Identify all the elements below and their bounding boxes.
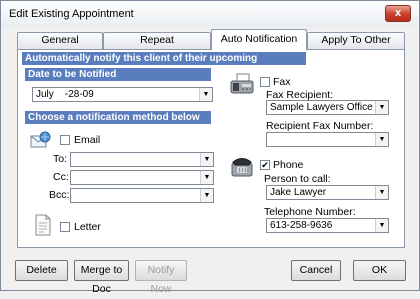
person-to-call-select[interactable]: Jake Lawyer ▼ (266, 185, 389, 200)
phone-icon (231, 158, 253, 177)
recipient-fax-number-field[interactable]: ▼ (266, 132, 389, 147)
email-to-field[interactable]: ▼ (70, 152, 214, 167)
person-to-call-label: Person to call: (264, 173, 331, 185)
tab-general[interactable]: General (17, 32, 103, 49)
notify-date-value: July -28-09 (36, 89, 94, 100)
chevron-down-icon: ▼ (200, 153, 213, 166)
to-label: To: (53, 153, 68, 165)
chevron-down-icon: ▼ (375, 133, 388, 146)
date-section-header: Date to be Notified (25, 68, 211, 81)
telephone-number-label: Telephone Number: (264, 206, 356, 218)
letter-icon (35, 214, 51, 236)
telephone-number-value: 613-258-9636 (270, 220, 333, 231)
fax-recipient-value: Sample Lawyers Office c/o Ja (270, 102, 389, 113)
phone-label: Phone (273, 159, 304, 171)
phone-checkbox[interactable]: ✔ (260, 160, 270, 170)
email-bcc-field[interactable]: ▼ (70, 188, 214, 203)
chevron-down-icon: ▼ (200, 171, 213, 184)
chevron-down-icon: ▼ (375, 219, 388, 232)
chevron-down-icon: ▼ (375, 101, 388, 114)
cc-label: Cc: (53, 171, 69, 183)
merge-to-doc-button[interactable]: Merge to Doc (74, 260, 129, 295)
email-icon (30, 131, 51, 148)
delete-button[interactable]: Delete (15, 260, 68, 281)
ok-button[interactable]: OK (353, 260, 406, 281)
letter-label: Letter (74, 221, 101, 233)
fax-checkbox[interactable] (260, 77, 270, 87)
title-bar: Edit Existing Appointment x (1, 1, 419, 27)
recipient-fax-number-label: Recipient Fax Number: (266, 120, 374, 132)
chevron-down-icon: ▼ (199, 88, 212, 101)
bcc-label: Bcc: (49, 189, 70, 201)
tab-apply-to-other-users[interactable]: Apply To Other Users (307, 32, 405, 61)
fax-recipient-select[interactable]: Sample Lawyers Office c/o Ja ▼ (266, 100, 389, 115)
tab-auto-notification[interactable]: Auto Notification (211, 29, 307, 50)
email-checkbox[interactable] (60, 135, 70, 145)
person-to-call-value: Jake Lawyer (270, 187, 327, 198)
close-button[interactable]: x (385, 5, 411, 22)
email-label: Email (74, 134, 101, 146)
chevron-down-icon: ▼ (200, 189, 213, 202)
email-cc-field[interactable]: ▼ (70, 170, 214, 185)
telephone-number-select[interactable]: 613-258-9636 ▼ (266, 218, 389, 233)
fax-icon (230, 73, 254, 94)
chevron-down-icon: ▼ (375, 186, 388, 199)
dialog-window: Edit Existing Appointment x General Repe… (0, 0, 420, 295)
tab-repeat[interactable]: Repeat (103, 32, 211, 49)
cancel-button[interactable]: Cancel (291, 260, 341, 281)
auto-notify-header: Automatically notify this client of thei… (22, 52, 306, 77)
letter-checkbox[interactable] (60, 222, 70, 232)
notify-now-button[interactable]: Notify Now (135, 260, 187, 295)
fax-label: Fax (273, 76, 291, 88)
method-section-header: Choose a notification method below (25, 111, 211, 124)
window-title: Edit Existing Appointment (9, 8, 134, 20)
notify-date-picker[interactable]: July -28-09 ▼ (32, 87, 213, 102)
